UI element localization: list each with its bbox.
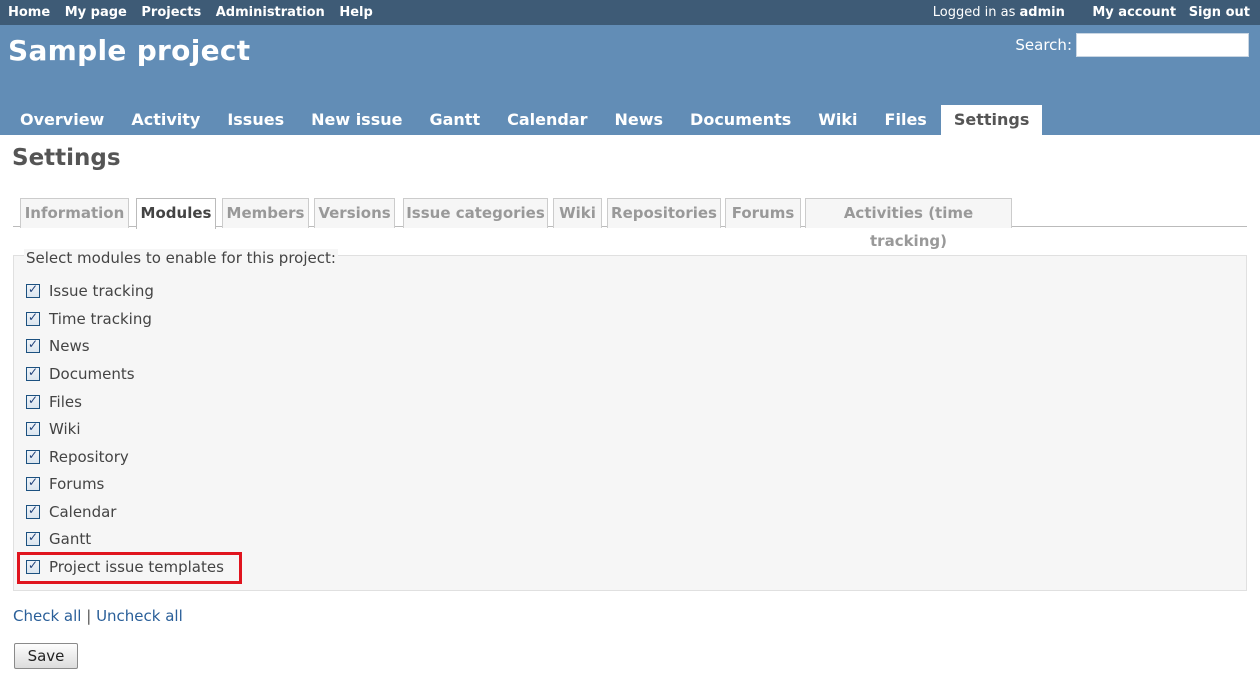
module-forums[interactable]: Forums xyxy=(26,475,104,497)
tab-issue-categories[interactable]: Issue categories xyxy=(403,198,548,228)
logged-in-prefix: Logged in as xyxy=(932,5,1016,20)
menu-settings[interactable]: Settings xyxy=(940,105,1043,135)
top-menu-left: Home My page Projects Administration Hel… xyxy=(8,5,383,20)
my-account-link[interactable]: My account xyxy=(1092,5,1176,20)
modules-legend: Select modules to enable for this projec… xyxy=(24,249,338,267)
module-files[interactable]: Files xyxy=(26,393,82,415)
module-news[interactable]: News xyxy=(26,337,90,359)
menu-files[interactable]: Files xyxy=(872,105,940,135)
tab-modules[interactable]: Modules xyxy=(136,198,216,229)
module-checkbox[interactable] xyxy=(26,448,40,464)
top-link-administration[interactable]: Administration xyxy=(216,5,325,20)
link-separator: | xyxy=(86,607,92,625)
top-menu: Home My page Projects Administration Hel… xyxy=(0,0,1260,25)
module-checkbox[interactable] xyxy=(26,530,40,546)
check-all-links: Check all | Uncheck all xyxy=(13,607,183,625)
module-label: Issue tracking xyxy=(49,282,154,300)
save-button[interactable]: Save xyxy=(14,643,78,669)
check-all-link[interactable]: Check all xyxy=(13,607,81,625)
menu-wiki[interactable]: Wiki xyxy=(805,105,870,135)
module-checkbox[interactable] xyxy=(26,365,40,381)
search-input[interactable] xyxy=(1076,33,1249,57)
tab-forums[interactable]: Forums xyxy=(725,198,801,228)
module-wiki[interactable]: Wiki xyxy=(26,420,81,442)
module-label: Calendar xyxy=(49,503,117,521)
module-repository[interactable]: Repository xyxy=(26,448,129,470)
tab-repositories[interactable]: Repositories xyxy=(607,198,721,228)
main-menu: Overview Activity Issues New issue Gantt Cale… xyxy=(7,105,1043,135)
search-label: Search: xyxy=(1015,36,1072,54)
header: Sample project Search: Overview Activity I… xyxy=(0,25,1260,135)
tab-information[interactable]: Information xyxy=(20,198,129,228)
menu-new-issue[interactable]: New issue xyxy=(298,105,415,135)
menu-calendar[interactable]: Calendar xyxy=(494,105,600,135)
module-checkbox[interactable] xyxy=(26,337,40,353)
module-label: Files xyxy=(49,393,82,411)
module-label: Gantt xyxy=(49,530,92,548)
module-time-tracking[interactable]: Time tracking xyxy=(26,310,152,332)
menu-activity[interactable]: Activity xyxy=(118,105,213,135)
module-documents[interactable]: Documents xyxy=(26,365,135,387)
module-checkbox[interactable] xyxy=(26,393,40,409)
module-issue-tracking[interactable]: Issue tracking xyxy=(26,282,154,304)
menu-documents[interactable]: Documents xyxy=(677,105,804,135)
module-label: Time tracking xyxy=(49,310,152,328)
module-checkbox[interactable] xyxy=(26,310,40,326)
module-checkbox[interactable] xyxy=(26,503,40,519)
logged-in-user[interactable]: admin xyxy=(1020,5,1065,20)
page-title: Settings xyxy=(12,145,121,171)
tab-wiki[interactable]: Wiki xyxy=(553,198,602,228)
module-checkbox[interactable] xyxy=(26,420,40,436)
module-checkbox[interactable] xyxy=(26,475,40,491)
module-calendar[interactable]: Calendar xyxy=(26,503,116,525)
tab-versions[interactable]: Versions xyxy=(314,198,395,228)
modules-box: Select modules to enable for this projec… xyxy=(13,249,1247,591)
menu-gantt[interactable]: Gantt xyxy=(416,105,493,135)
tab-activities-time-tracking[interactable]: Activities (time tracking) xyxy=(805,198,1012,250)
module-label: Forums xyxy=(49,475,105,493)
top-menu-right: Logged in as admin My account Sign out xyxy=(933,5,1250,20)
top-link-help[interactable]: Help xyxy=(339,5,372,20)
module-label: Documents xyxy=(49,365,135,383)
highlight-box xyxy=(17,552,242,584)
module-checkbox[interactable] xyxy=(26,282,40,298)
menu-news[interactable]: News xyxy=(602,105,677,135)
menu-overview[interactable]: Overview xyxy=(7,105,117,135)
top-link-my-page[interactable]: My page xyxy=(65,5,127,20)
uncheck-all-link[interactable]: Uncheck all xyxy=(96,607,183,625)
top-link-projects[interactable]: Projects xyxy=(141,5,201,20)
logged-in-status: Logged in as admin xyxy=(933,5,1065,20)
module-label: News xyxy=(49,337,90,355)
quick-search: Search: xyxy=(1015,33,1249,57)
settings-tabs: Information Modules Members Versions Iss… xyxy=(13,197,1247,250)
tab-members[interactable]: Members xyxy=(222,198,309,228)
module-gantt[interactable]: Gantt xyxy=(26,530,91,552)
module-label: Repository xyxy=(49,448,129,466)
top-link-home[interactable]: Home xyxy=(8,5,50,20)
project-title: Sample project xyxy=(8,34,251,67)
menu-issues[interactable]: Issues xyxy=(214,105,297,135)
sign-out-link[interactable]: Sign out xyxy=(1189,5,1250,20)
module-label: Wiki xyxy=(49,420,81,438)
